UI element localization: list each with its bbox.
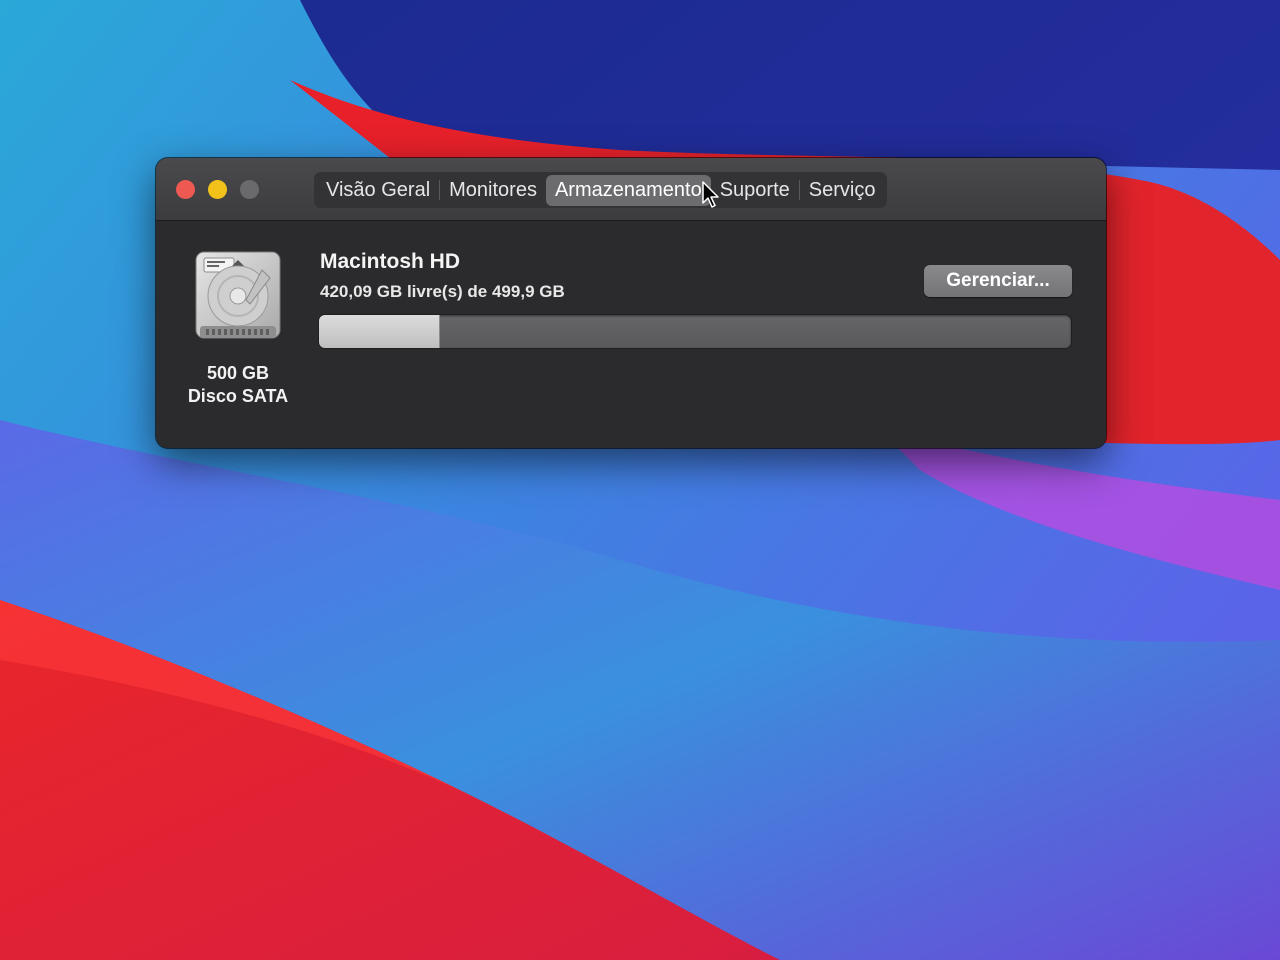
hard-disk-icon xyxy=(192,250,284,344)
desktop-wallpaper xyxy=(0,0,1280,960)
disk-size-label: 500 GB xyxy=(206,363,270,383)
mouse-pointer-icon xyxy=(702,181,719,208)
free-space-text: 420,09 GB livre(s) de 499,9 GB xyxy=(320,282,565,301)
tab-armazenamento[interactable]: Armazenamento xyxy=(545,174,711,206)
tab-visao-geral[interactable]: Visão Geral xyxy=(317,175,439,206)
storage-used-segment xyxy=(319,315,441,348)
tab-monitores[interactable]: Monitores xyxy=(440,175,546,206)
title-bar: Visão Geral Monitores Armazenamento Supo… xyxy=(156,158,1106,221)
zoom-icon[interactable] xyxy=(240,180,259,199)
minimize-icon[interactable] xyxy=(208,180,227,199)
volume-name: Macintosh HD xyxy=(320,250,461,273)
close-icon[interactable] xyxy=(176,180,195,199)
tab-suporte[interactable]: Suporte xyxy=(711,175,799,206)
disk-type-label: Disco SATA xyxy=(187,386,289,406)
storage-usage-bar xyxy=(319,315,1071,348)
manage-button[interactable]: Gerenciar... xyxy=(924,265,1072,297)
about-this-mac-window: Visão Geral Monitores Armazenamento Supo… xyxy=(156,158,1106,448)
tab-servico[interactable]: Serviço xyxy=(800,175,885,206)
tab-bar: Visão Geral Monitores Armazenamento Supo… xyxy=(314,172,888,208)
